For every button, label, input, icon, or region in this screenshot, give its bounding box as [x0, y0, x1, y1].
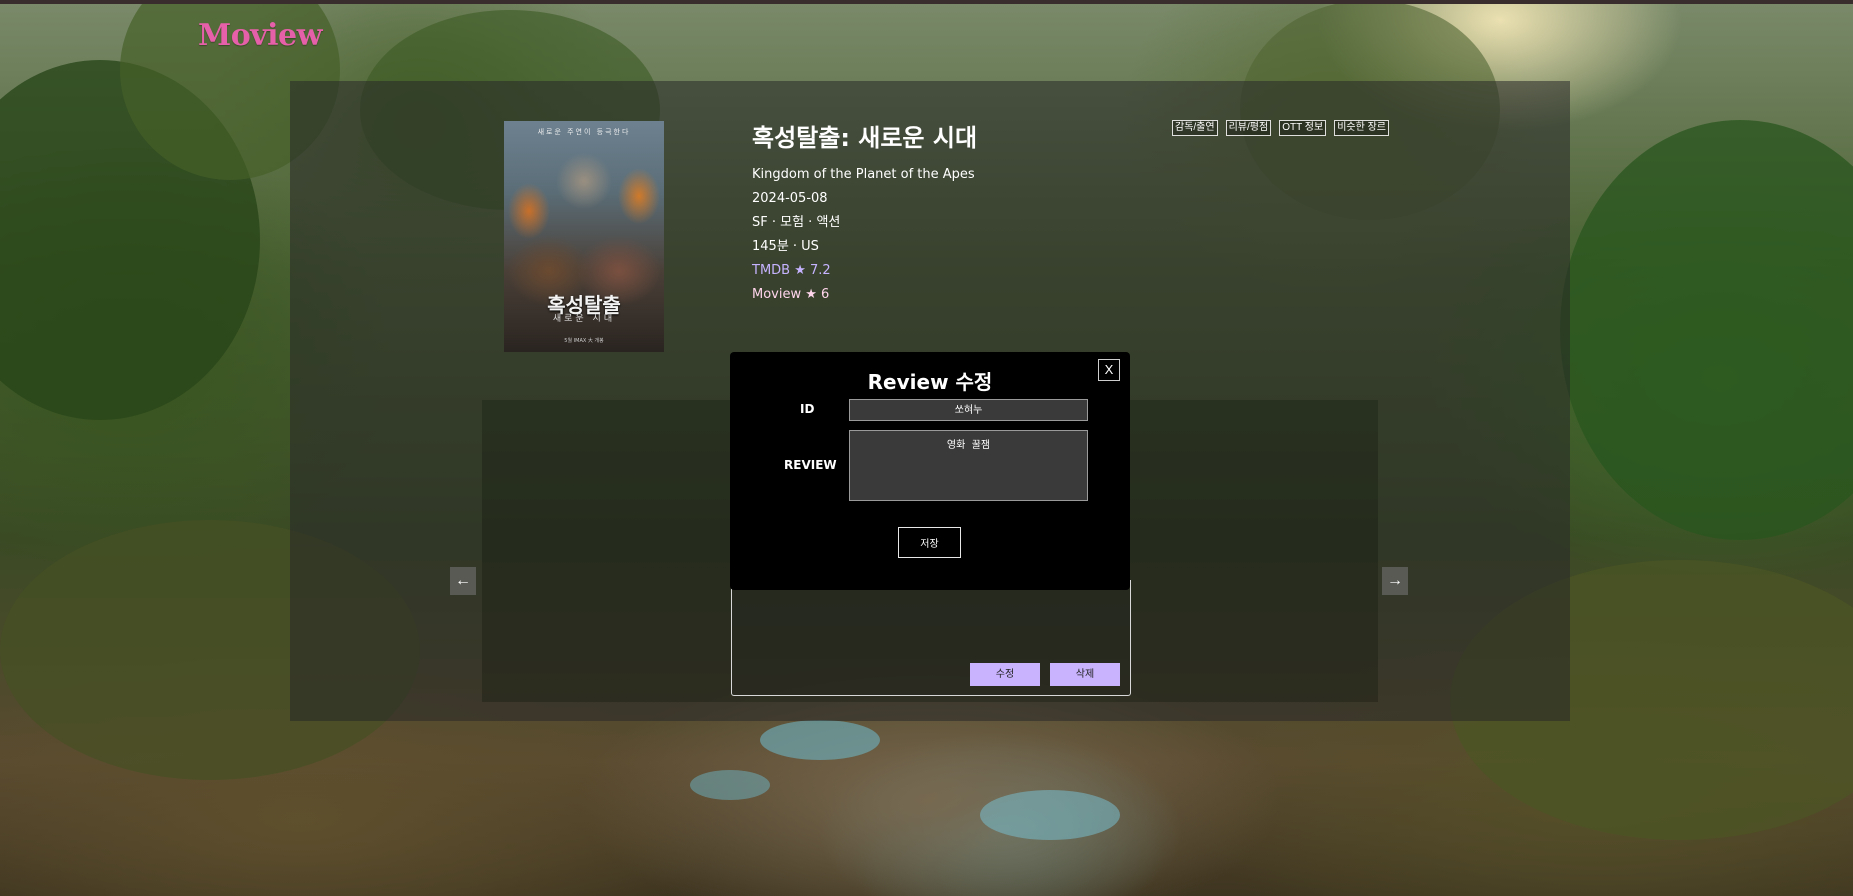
- review-label: REVIEW: [784, 458, 837, 472]
- save-button[interactable]: 저장: [898, 527, 961, 558]
- poster-tagline: 새로운 주연이 등극한다: [537, 128, 631, 136]
- poster-subtitle: 새로운 시대: [552, 314, 616, 324]
- id-field[interactable]: 쏘혀누: [849, 399, 1088, 421]
- top-bar: [0, 0, 1853, 4]
- tab-reviews[interactable]: 리뷰/평점: [1225, 120, 1272, 136]
- carousel-prev-button[interactable]: ←: [450, 567, 476, 595]
- movie-poster: 새로운 주연이 등극한다 혹성탈출 새로운 시대 5월 IMAX 大 개봉: [504, 121, 664, 352]
- poster-footer: 5월 IMAX 大 개봉: [564, 338, 604, 344]
- moview-rating: Moview ★ 6: [752, 287, 830, 302]
- movie-title: 혹성탈출: 새로운 시대: [752, 124, 978, 152]
- review-edit-modal: Review 수정 X ID 쏘혀누 REVIEW 영화 꿀잼 저장: [730, 352, 1130, 590]
- review-textarea[interactable]: 영화 꿀잼: [849, 430, 1088, 501]
- review-edit-button[interactable]: 수정: [970, 663, 1040, 686]
- movie-info: 혹성탈출: 새로운 시대 Kingdom of the Planet of th…: [752, 118, 977, 307]
- modal-title: Review 수정: [867, 370, 993, 394]
- review-delete-button[interactable]: 삭제: [1050, 663, 1120, 686]
- genres: SF · 모험 · 액션: [752, 215, 841, 230]
- runtime-country: 145분 · US: [752, 239, 819, 254]
- id-label: ID: [800, 402, 815, 416]
- release-date: 2024-05-08: [752, 191, 828, 206]
- tmdb-rating: TMDB ★ 7.2: [752, 263, 831, 278]
- original-title: Kingdom of the Planet of the Apes: [752, 167, 975, 182]
- close-button[interactable]: X: [1098, 359, 1120, 381]
- tab-ott[interactable]: OTT 정보: [1279, 120, 1327, 136]
- carousel-next-button[interactable]: →: [1382, 567, 1408, 595]
- tab-director-cast[interactable]: 감독/출연: [1172, 120, 1218, 136]
- tab-similar-genre[interactable]: 비슷한 장르: [1334, 120, 1389, 136]
- site-logo[interactable]: Moview: [198, 18, 322, 53]
- detail-tabs: 감독/출연 리뷰/평점 OTT 정보 비슷한 장르: [1172, 120, 1389, 136]
